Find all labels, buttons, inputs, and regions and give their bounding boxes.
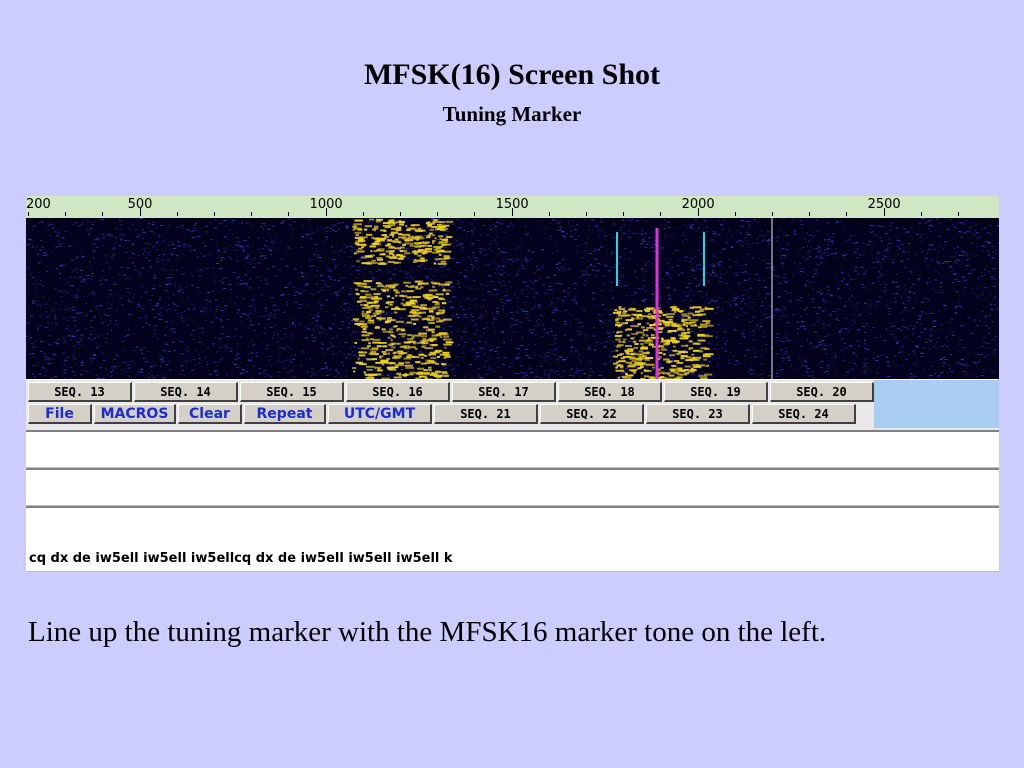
file-button[interactable]: File: [28, 404, 92, 424]
ruler-label: 500: [127, 197, 153, 212]
ruler-label: 2500: [867, 197, 901, 212]
seq-16-button[interactable]: SEQ. 16: [346, 382, 450, 402]
macros-button[interactable]: MACROS: [94, 404, 176, 424]
frequency-ruler[interactable]: 200 500 1000 1500 2000 2500: [26, 196, 999, 218]
slide-subtitle: Tuning Marker: [442, 102, 582, 126]
slide-title: MFSK(16) Screen Shot: [363, 58, 661, 91]
seq-17-button[interactable]: SEQ. 17: [452, 382, 556, 402]
ruler-tick: [288, 212, 290, 216]
ruler-tick: [251, 212, 253, 216]
seq-13-button[interactable]: SEQ. 13: [28, 382, 132, 402]
ruler-tick: [214, 212, 215, 216]
macro-button-panel: SEQ. 13 SEQ. 14 SEQ. 15 SEQ. 16 SEQ. 17 SEQ. …: [26, 380, 999, 430]
tx-input-field[interactable]: [26, 430, 999, 468]
secondary-input-field[interactable]: [26, 468, 999, 506]
seq-20-button[interactable]: SEQ. 20: [770, 382, 874, 402]
ruler-tick: [958, 212, 959, 216]
ruler-tick: [623, 212, 625, 216]
seq-23-button[interactable]: SEQ. 23: [646, 404, 750, 424]
ruler-tick: [176, 212, 178, 216]
ruler-tick: [28, 212, 29, 216]
seq-21-button[interactable]: SEQ. 21: [434, 404, 538, 424]
ruler-tick: [437, 212, 439, 216]
seq-18-button[interactable]: SEQ. 18: [558, 382, 662, 402]
ruler-tick: [102, 212, 104, 216]
mfsk-app-window: 200 500 1000 1500 2000 2500 SEQ. 13 SEQ. 14 SEQ…: [26, 196, 999, 572]
utc-gmt-button[interactable]: UTC/GMT: [328, 404, 432, 424]
ruler-label: 1500: [495, 197, 529, 212]
ruler-tick: [548, 212, 550, 216]
repeat-button[interactable]: Repeat: [244, 404, 326, 424]
seq-24-button[interactable]: SEQ. 24: [752, 404, 856, 424]
ruler-label: 2000: [681, 197, 715, 212]
clear-button[interactable]: Clear: [178, 404, 242, 424]
signal-trace-lower: [352, 280, 454, 379]
signal-trace-upper: [352, 218, 454, 265]
ruler-tick: [772, 212, 773, 216]
ruler-label: 1000: [309, 197, 343, 212]
receive-text-area[interactable]: cq dx de iw5ell iw5ell iw5ellcq dx de iw…: [26, 506, 999, 572]
ruler-tick: [660, 212, 662, 216]
ruler-tick: [400, 212, 401, 216]
seq-19-button[interactable]: SEQ. 19: [664, 382, 768, 402]
ruler-tick: [362, 212, 364, 216]
receive-text: cq dx de iw5ell iw5ell iw5ellcq dx de iw…: [29, 551, 453, 566]
slide-caption: Line up the tuning marker with the MFSK1…: [28, 616, 827, 648]
ruler-tick: [65, 212, 67, 216]
waterfall-canvas[interactable]: [26, 218, 999, 379]
waterfall-display[interactable]: [26, 218, 999, 379]
seq-15-button[interactable]: SEQ. 15: [240, 382, 344, 402]
signal-trace-right: [612, 306, 714, 379]
ruler-tick: [474, 212, 476, 216]
ruler-tick: [734, 212, 736, 216]
ruler-tick: [809, 212, 811, 216]
seq-14-button[interactable]: SEQ. 14: [134, 382, 238, 402]
waterfall-noise: [26, 218, 999, 379]
ruler-tick: [846, 212, 848, 216]
ruler-tick: [586, 212, 587, 216]
panel-filler: [874, 380, 999, 428]
seq-22-button[interactable]: SEQ. 22: [540, 404, 644, 424]
ruler-label: 200: [26, 197, 51, 212]
ruler-tick: [920, 212, 922, 216]
